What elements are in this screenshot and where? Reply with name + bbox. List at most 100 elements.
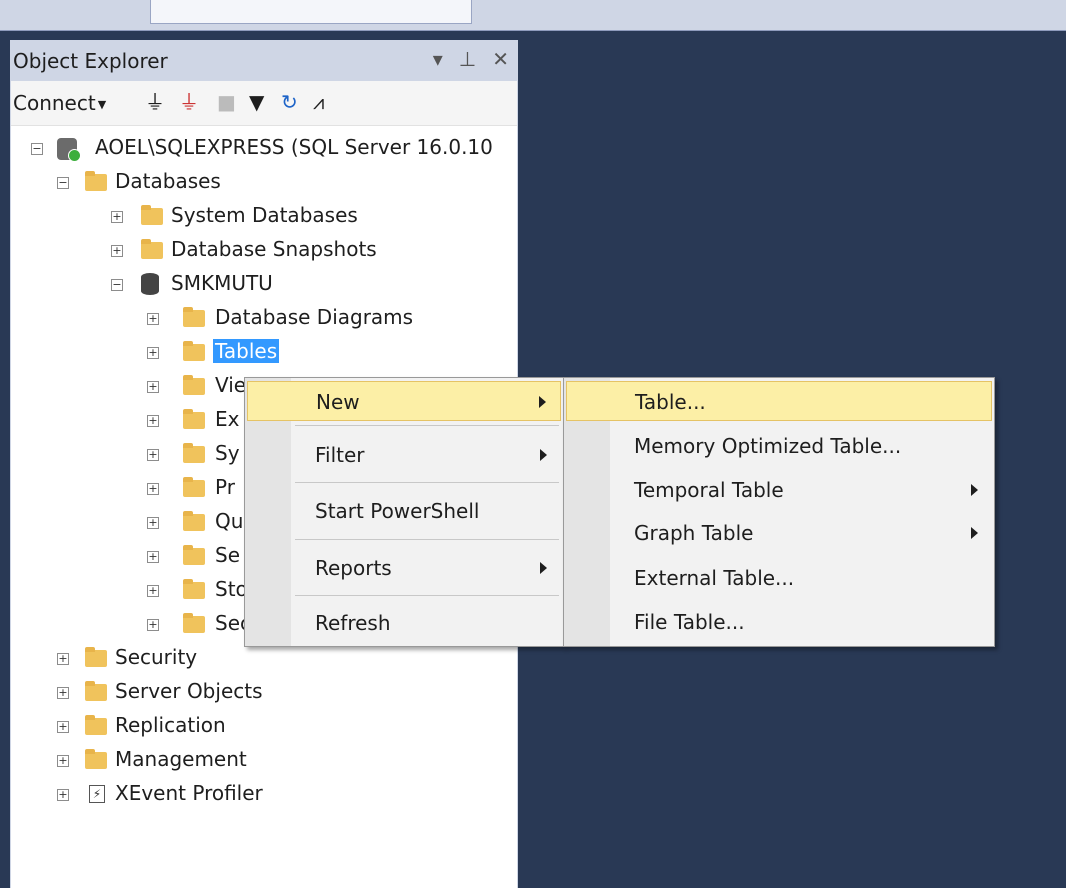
expand-icon[interactable]: +: [147, 585, 159, 597]
chevron-down-icon: ▼: [97, 98, 107, 111]
menu-item-label: File Table...: [634, 610, 745, 634]
folder-icon: [85, 681, 107, 701]
expand-icon[interactable]: +: [147, 449, 159, 461]
menu-item-label: Filter: [315, 443, 365, 467]
tree-label: Database Diagrams: [215, 305, 414, 329]
connect-icon[interactable]: ⏚: [145, 90, 165, 114]
close-icon[interactable]: ✕: [492, 47, 509, 71]
collapse-icon[interactable]: −: [111, 279, 123, 291]
expand-icon[interactable]: +: [147, 347, 159, 359]
folder-icon: [183, 579, 205, 599]
tree-label: Database Snapshots: [171, 237, 377, 261]
submenu-item-temporal-table[interactable]: Temporal Table: [566, 470, 992, 510]
tree-label: System Databases: [171, 203, 358, 227]
submenu-arrow-icon: [971, 484, 978, 496]
submenu-item-external-table[interactable]: External Table...: [566, 558, 992, 598]
tree-label: Pr: [215, 475, 235, 499]
menu-item-label: Memory Optimized Table...: [634, 434, 902, 458]
tree-label: Sy: [215, 441, 240, 465]
expand-icon[interactable]: +: [147, 381, 159, 393]
submenu-arrow-icon: [539, 396, 546, 408]
expand-icon[interactable]: +: [147, 313, 159, 325]
new-submenu: Table... Memory Optimized Table... Tempo…: [563, 377, 995, 647]
folder-icon: [85, 749, 107, 769]
menu-item-new[interactable]: New: [247, 381, 561, 421]
xevent-profiler-icon: ⚡: [89, 785, 105, 803]
tree-label: XEvent Profiler: [115, 781, 263, 805]
filter-icon[interactable]: ▼: [249, 90, 264, 114]
expand-icon[interactable]: +: [111, 211, 123, 223]
submenu-item-table[interactable]: Table...: [566, 381, 992, 421]
object-explorer-title: Object Explorer: [13, 49, 168, 73]
refresh-icon[interactable]: ↻: [281, 90, 298, 114]
toolbar-combo[interactable]: [150, 0, 472, 24]
tree-label: Vie: [215, 373, 247, 397]
tree-label: Sto: [215, 577, 248, 601]
tree-label-selected: Tables: [213, 339, 280, 363]
database-icon: [141, 273, 159, 295]
tree-label: Databases: [115, 169, 221, 193]
menu-item-label: Start PowerShell: [315, 499, 480, 523]
folder-icon: [183, 307, 205, 327]
menu-item-label: Refresh: [315, 611, 391, 635]
menu-item-start-powershell[interactable]: Start PowerShell: [247, 491, 561, 531]
menu-item-filter[interactable]: Filter: [247, 435, 561, 475]
expand-icon[interactable]: +: [57, 687, 69, 699]
expand-icon[interactable]: +: [57, 721, 69, 733]
expand-icon[interactable]: +: [147, 517, 159, 529]
menu-separator: [295, 425, 559, 426]
tree-label: Server Objects: [115, 679, 263, 703]
menu-item-label: Graph Table: [634, 521, 754, 545]
activity-monitor-icon[interactable]: ⩘: [313, 90, 324, 114]
collapse-icon[interactable]: −: [31, 143, 43, 155]
context-menu: New Filter Start PowerShell Reports Refr…: [244, 377, 564, 647]
submenu-arrow-icon: [540, 449, 547, 461]
submenu-arrow-icon: [971, 527, 978, 539]
menu-separator: [295, 539, 559, 540]
tree-label: Management: [115, 747, 247, 771]
submenu-item-graph-table[interactable]: Graph Table: [566, 513, 992, 553]
tree-label: Replication: [115, 713, 226, 737]
submenu-arrow-icon: [540, 562, 547, 574]
folder-icon: [85, 715, 107, 735]
expand-icon[interactable]: +: [57, 789, 69, 801]
folder-icon: [183, 375, 205, 395]
expand-icon[interactable]: +: [147, 551, 159, 563]
expand-icon[interactable]: +: [57, 755, 69, 767]
expand-icon[interactable]: +: [147, 483, 159, 495]
connect-button[interactable]: Connect ▼: [13, 91, 106, 115]
connect-label: Connect: [13, 91, 96, 115]
menu-item-label: New: [316, 390, 360, 414]
menu-item-label: Reports: [315, 556, 392, 580]
object-explorer-toolbar: Connect ▼ ⏚ ⏚ ■ ▼ ↻ ⩘: [11, 81, 517, 126]
pin-icon[interactable]: ⊥: [459, 47, 476, 71]
tree-label: Se: [215, 543, 240, 567]
submenu-item-file-table[interactable]: File Table...: [566, 602, 992, 642]
tree-label: Qu: [215, 509, 244, 533]
folder-icon: [183, 477, 205, 497]
folder-icon: [183, 443, 205, 463]
chevron-down-icon[interactable]: ▾: [433, 47, 443, 71]
expand-icon[interactable]: +: [147, 415, 159, 427]
expand-icon[interactable]: +: [111, 245, 123, 257]
object-explorer-header: Object Explorer ▾ ⊥ ✕: [11, 41, 517, 81]
expand-icon[interactable]: +: [147, 619, 159, 631]
tree-label: Ex: [215, 407, 240, 431]
folder-icon: [141, 205, 163, 225]
folder-icon: [183, 409, 205, 429]
expand-icon[interactable]: +: [57, 653, 69, 665]
tree-label: Security: [115, 645, 198, 669]
menu-item-label: External Table...: [634, 566, 795, 590]
stop-icon[interactable]: ■: [217, 90, 236, 114]
submenu-item-memory-optimized-table[interactable]: Memory Optimized Table...: [566, 426, 992, 466]
menu-item-reports[interactable]: Reports: [247, 548, 561, 588]
main-toolbar-strip: [0, 0, 1066, 31]
tree-label: SMKMUTU: [171, 271, 273, 295]
menu-item-refresh[interactable]: Refresh: [247, 603, 561, 643]
disconnect-icon[interactable]: ⏚: [179, 90, 199, 114]
folder-icon: [141, 239, 163, 259]
folder-icon: [85, 171, 107, 191]
collapse-icon[interactable]: −: [57, 177, 69, 189]
folder-icon: [183, 511, 205, 531]
server-icon: [57, 138, 81, 162]
